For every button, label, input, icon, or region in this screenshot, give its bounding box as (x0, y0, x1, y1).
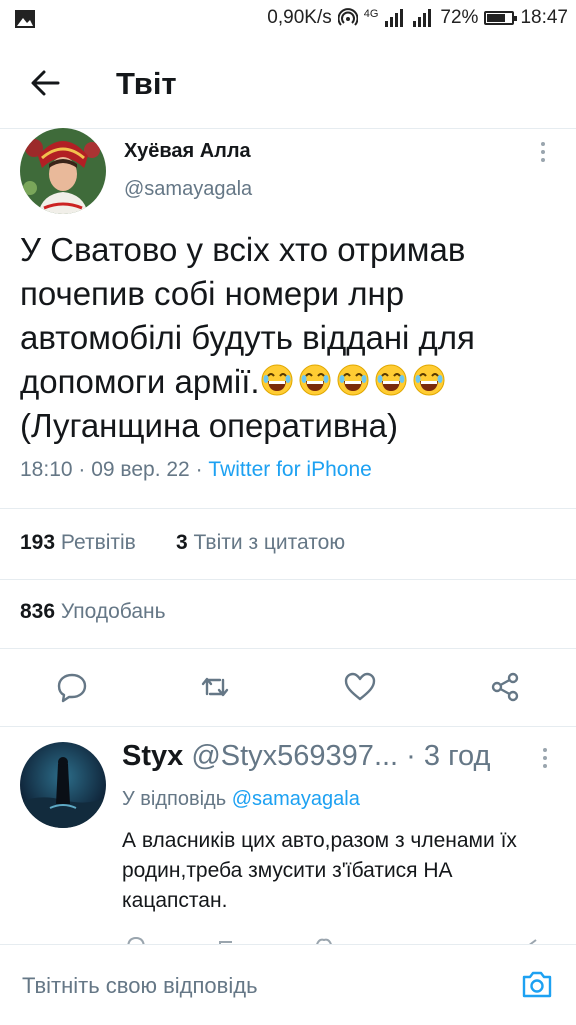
retweets-count: 193 (20, 531, 56, 554)
battery-icon (484, 11, 518, 25)
page-title: Твіт (116, 66, 177, 101)
reply-author-handle[interactable]: @Styx569397... (191, 740, 398, 772)
tweet-body-tail: (Луганщина оперативна) (20, 407, 398, 444)
retweets-label: Ретвітів (60, 531, 136, 554)
in-reply-handle[interactable]: @samayagala (232, 788, 360, 810)
retweets-stat[interactable]: 193 Ретвітів (20, 531, 136, 555)
signal-icon-2 (413, 9, 432, 27)
reply-text: А власників цих авто,разом з членами їх … (122, 829, 517, 912)
author-avatar[interactable] (20, 128, 106, 214)
laughing-face-emoji-icon (261, 364, 293, 396)
tweet-meta: 18:10 · 09 вер. 22 · Twitter for iPhone (20, 458, 372, 482)
battery-percent: 72% (440, 7, 479, 28)
signal-icon (385, 9, 404, 27)
status-bar: 0,90K/s 4G 72% 18:47 (0, 0, 576, 38)
quotes-stat[interactable]: 3 Твіти з цитатою (176, 531, 345, 555)
author-name[interactable]: Хуёвая Алла (124, 140, 251, 163)
tweet-likes-row: 836 Уподобань (0, 578, 576, 649)
hotspot-icon (337, 8, 358, 26)
quotes-label: Твіти з цитатою (193, 531, 346, 554)
quotes-count: 3 (176, 531, 188, 554)
laughing-face-emoji-icon (413, 364, 445, 396)
image-notification-icon (15, 10, 35, 28)
tweet-date: 09 вер. 22 (91, 458, 190, 481)
author-handle[interactable]: @samayagala (124, 178, 252, 201)
reply-header: Styx @Styx569397... · 3 год (122, 740, 542, 773)
meta-separator: · (78, 458, 92, 481)
network-speed: 0,90K/s (267, 7, 332, 28)
clock: 18:47 (520, 7, 568, 28)
reply-avatar[interactable] (20, 742, 106, 828)
camera-icon[interactable] (520, 967, 554, 1001)
in-reply-label: У відповідь (122, 788, 227, 810)
reply-icon[interactable] (55, 670, 89, 704)
tweet-time: 18:10 (20, 458, 73, 481)
laughing-face-emoji-icon (337, 364, 369, 396)
likes-count: 836 (20, 600, 56, 623)
meta-separator: · (406, 740, 424, 772)
reply-input[interactable]: Твітніть свою відповідь (22, 973, 258, 999)
like-icon[interactable] (343, 670, 377, 704)
more-vertical-icon[interactable] (538, 746, 552, 770)
share-icon[interactable] (488, 670, 522, 704)
compose-bar[interactable]: Твітніть свою відповідь (0, 944, 576, 1025)
laughing-face-emoji-icon (375, 364, 407, 396)
likes-stat[interactable]: 836 Уподобань (20, 600, 166, 624)
likes-label: Уподобань (60, 600, 166, 623)
tweet-stats-row: 193 Ретвітів 3 Твіти з цитатою (0, 508, 576, 580)
reply-age: 3 год (423, 740, 491, 772)
arrow-left-icon[interactable] (28, 66, 62, 100)
reply-author-name[interactable]: Styx (122, 740, 183, 772)
tweet-source-link[interactable]: Twitter for iPhone (208, 458, 371, 481)
network-type: 4G (363, 8, 379, 20)
laughing-face-emoji-icon (299, 364, 331, 396)
in-reply-to: У відповідь @samayagala (122, 788, 360, 811)
tweet-actions (0, 648, 576, 727)
emoji-row (260, 363, 450, 400)
tweet-text: У Сватово у всіх хто отримав почепив соб… (20, 228, 560, 448)
top-app-bar: Твіт (0, 38, 576, 129)
more-vertical-icon[interactable] (536, 140, 550, 164)
meta-separator: · (195, 458, 209, 481)
retweet-icon[interactable] (198, 670, 232, 704)
